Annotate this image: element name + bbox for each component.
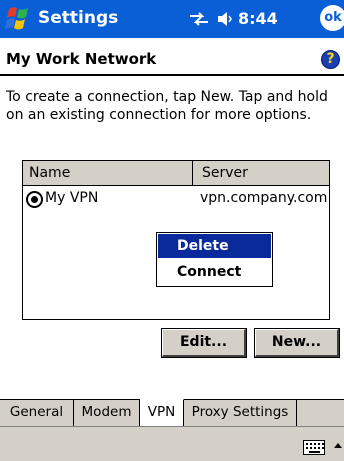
ok-button[interactable]: ok (320, 5, 344, 31)
list-header: Name Server (23, 161, 329, 186)
context-menu-delete[interactable]: Delete (158, 234, 271, 258)
list-item-name: My VPN (45, 190, 99, 206)
keyboard-icon[interactable] (303, 440, 325, 455)
context-menu: Delete Connect (156, 232, 273, 287)
up-arrow-icon[interactable] (334, 443, 342, 448)
title-bar: Settings 8:44 ok (0, 0, 344, 38)
app-title: Settings (38, 8, 119, 28)
instructions-text: To create a connection, tap New. Tap and… (6, 89, 328, 123)
new-button[interactable]: New... (254, 328, 340, 358)
speaker-icon[interactable] (216, 10, 236, 28)
tab-proxy-settings[interactable]: Proxy Settings (184, 400, 297, 426)
edit-button[interactable]: Edit... (161, 328, 247, 358)
header-divider (0, 74, 344, 76)
tab-vpn[interactable]: VPN (140, 399, 184, 426)
list-item-server: vpn.company.com (200, 190, 328, 206)
windows-flag-icon[interactable] (3, 3, 33, 34)
clock[interactable]: 8:44 (238, 9, 278, 29)
connectivity-icon[interactable] (188, 12, 210, 26)
context-menu-connect[interactable]: Connect (158, 260, 271, 284)
page-header: My Work Network ? (0, 38, 344, 74)
radio-selected-icon[interactable] (26, 191, 43, 208)
column-header-name[interactable]: Name (23, 161, 193, 185)
tab-modem[interactable]: Modem (74, 400, 140, 426)
help-icon[interactable]: ? (321, 50, 340, 69)
column-header-server[interactable]: Server (194, 161, 329, 185)
menu-bar (0, 426, 344, 461)
list-item[interactable]: My VPN vpn.company.com (23, 187, 329, 209)
tab-strip: General Modem VPN Proxy Settings (0, 399, 344, 426)
tab-general[interactable]: General (0, 400, 74, 426)
page-title: My Work Network (6, 50, 157, 68)
